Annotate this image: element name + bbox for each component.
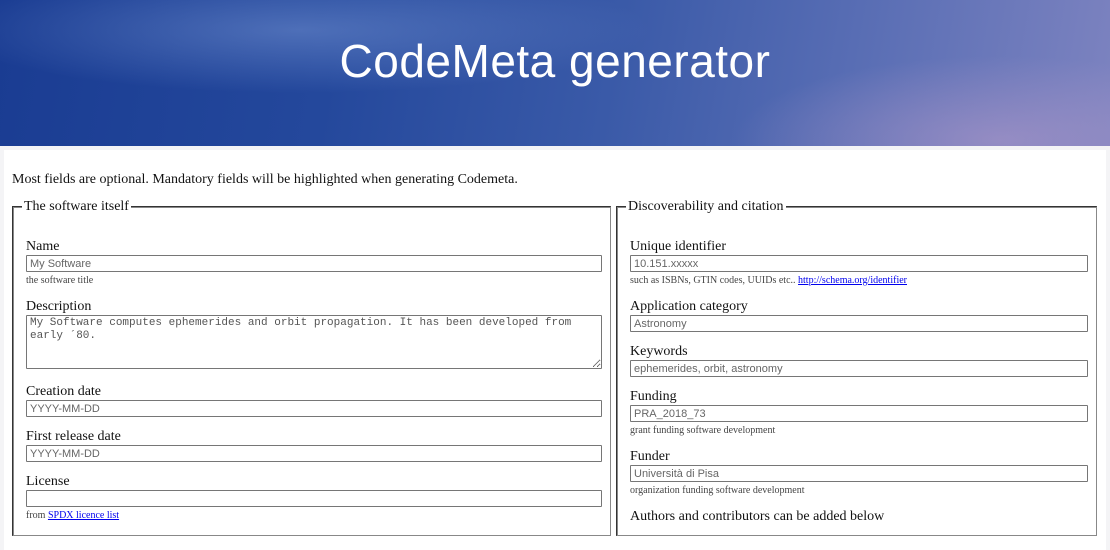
funder-input[interactable]: [630, 465, 1088, 482]
funder-help: organization funding software developmen…: [630, 485, 805, 496]
creation-date-field-group: Creation date: [26, 384, 602, 417]
name-help: the software title: [26, 275, 94, 286]
identifier-help-text: such as ISBNs, GTIN codes, UUIDs etc..: [630, 275, 796, 286]
release-date-label: First release date: [26, 429, 121, 444]
header-banner: CodeMeta generator: [0, 0, 1110, 146]
description-label: Description: [26, 299, 92, 314]
description-field-group: Description: [26, 299, 602, 369]
software-legend: The software itself: [24, 199, 129, 214]
funder-field-group: Funder organization funding software dev…: [630, 449, 1088, 496]
funding-help: grant funding software development: [630, 425, 776, 436]
category-field-group: Application category: [630, 299, 1088, 332]
keywords-field-group: Keywords: [630, 344, 1088, 377]
funder-label: Funder: [630, 449, 670, 464]
keywords-input[interactable]: [630, 360, 1088, 377]
funding-field-group: Funding grant funding software developme…: [630, 389, 1088, 436]
discoverability-fieldset: Discoverability and citation Unique iden…: [616, 199, 1097, 536]
name-field-group: Name the software title: [26, 239, 602, 286]
name-label: Name: [26, 239, 60, 254]
funding-label: Funding: [630, 389, 677, 404]
identifier-input[interactable]: [630, 255, 1088, 272]
discoverability-legend: Discoverability and citation: [628, 199, 784, 214]
license-field-group: License from SPDX licence list: [26, 474, 602, 521]
description-textarea[interactable]: [26, 315, 602, 369]
form-container: Most fields are optional. Mandatory fiel…: [4, 150, 1106, 550]
page-title: CodeMeta generator: [339, 35, 771, 87]
identifier-help: such as ISBNs, GTIN codes, UUIDs etc.. h…: [630, 275, 1088, 286]
creation-date-input[interactable]: [26, 400, 602, 417]
license-help-prefix: from: [26, 510, 46, 521]
authors-note: Authors and contributors can be added be…: [630, 509, 885, 524]
spdx-license-link[interactable]: SPDX licence list: [48, 510, 119, 521]
category-input[interactable]: [630, 315, 1088, 332]
name-input[interactable]: [26, 255, 602, 272]
license-help: from SPDX licence list: [26, 510, 602, 521]
creation-date-label: Creation date: [26, 384, 102, 399]
funding-input[interactable]: [630, 405, 1088, 422]
identifier-field-group: Unique identifier such as ISBNs, GTIN co…: [630, 239, 1088, 286]
license-label: License: [26, 474, 70, 489]
identifier-label: Unique identifier: [630, 239, 727, 254]
release-date-input[interactable]: [26, 445, 602, 462]
license-input[interactable]: [26, 490, 602, 507]
software-fieldset: The software itself Name the software ti…: [12, 199, 611, 536]
keywords-label: Keywords: [630, 344, 688, 359]
intro-text: Most fields are optional. Mandatory fiel…: [12, 172, 518, 187]
schema-identifier-link[interactable]: http://schema.org/identifier: [798, 275, 907, 286]
release-date-field-group: First release date: [26, 429, 602, 462]
category-label: Application category: [630, 299, 748, 314]
